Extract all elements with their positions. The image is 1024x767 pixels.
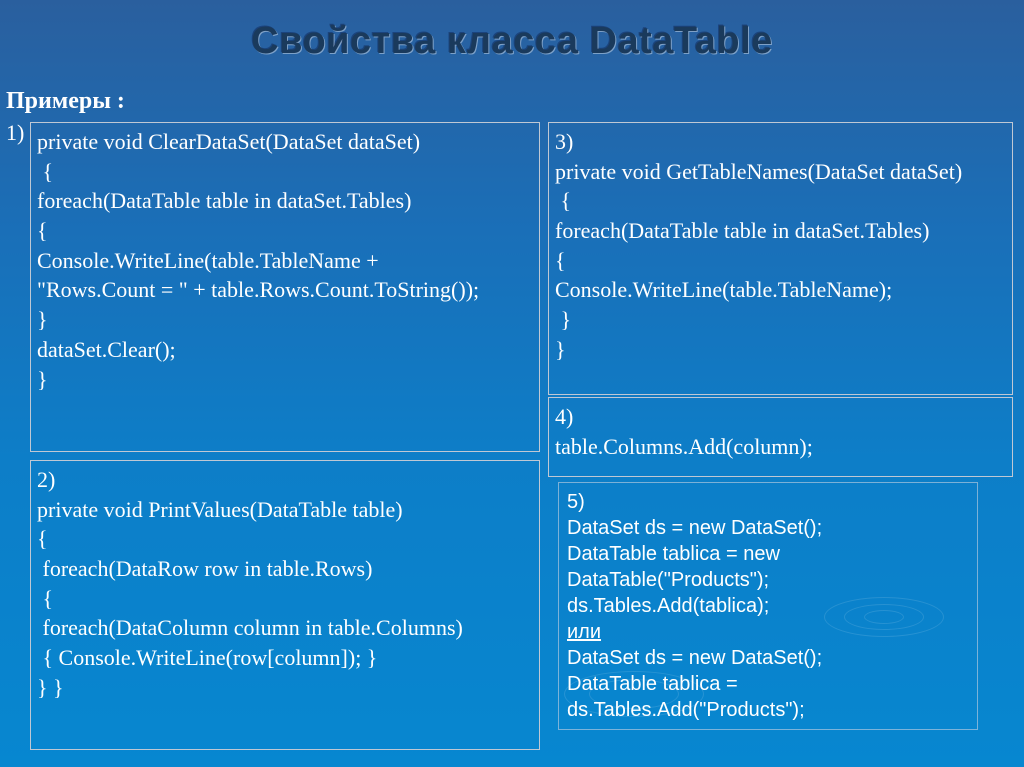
code-example-3: 3) private void GetTableNames(DataSet da… <box>548 122 1013 395</box>
example-1-number: 1) <box>6 120 24 146</box>
code-example-1: private void ClearDataSet(DataSet dataSe… <box>30 122 540 452</box>
code-example-2: 2) private void PrintValues(DataTable ta… <box>30 460 540 750</box>
examples-label: Примеры : <box>6 88 125 115</box>
code-example-4: 4) table.Columns.Add(column); <box>548 397 1013 477</box>
code-example-5b: DataSet ds = new DataSet(); DataTable ta… <box>567 647 822 721</box>
code-example-5: 5) DataSet ds = new DataSet(); DataTable… <box>558 482 978 730</box>
slide-title: Свойства класса DataTable <box>0 0 1024 63</box>
code-example-5a: 5) DataSet ds = new DataSet(); DataTable… <box>567 491 822 617</box>
or-label: или <box>567 621 601 643</box>
